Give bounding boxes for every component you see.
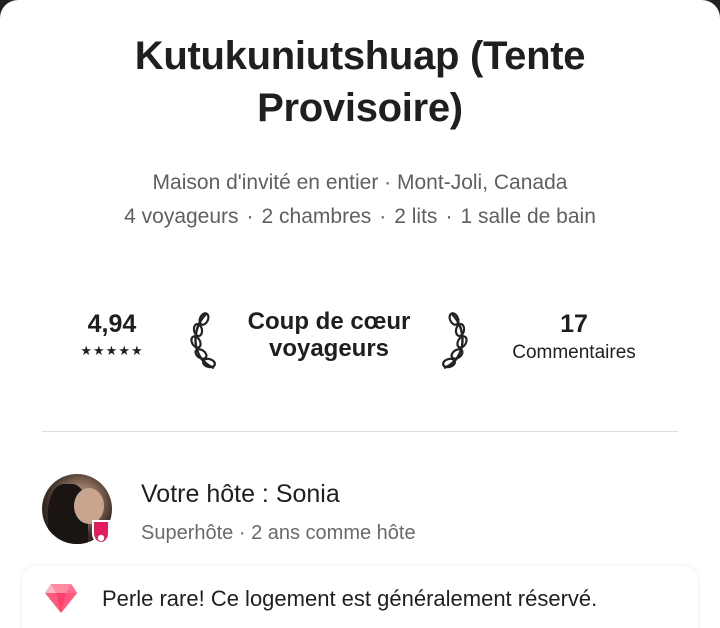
separator: · (246, 205, 254, 228)
bedrooms-count: 2 chambres (261, 205, 372, 228)
rating-value: 4,94 (87, 310, 137, 338)
guest-favorite-line2: voyageurs (268, 335, 390, 362)
listing-capacity: 4 voyageurs · 2 chambres · 2 lits · 1 salle de… (20, 203, 700, 231)
host-title: Votre hôte : Sonia (141, 480, 340, 508)
listing-sheet: Kutukuniutshuap (Tente Provisoire) Maiso… (0, 0, 720, 628)
laurel-right-icon (442, 312, 468, 370)
separator: · (379, 205, 387, 228)
separator: · (445, 205, 453, 228)
diamond-icon (45, 584, 77, 613)
beds-count: 2 lits (394, 205, 438, 228)
section-divider (42, 431, 678, 432)
guests-count: 4 voyageurs (124, 205, 239, 228)
host-subtitle: Superhôte · 2 ans comme hôte (141, 522, 416, 544)
reviews-link[interactable]: Commentaires (494, 342, 654, 364)
rare-find-banner: Perle rare! Ce logement est généralement… (22, 566, 698, 628)
star-rating-icon: ★★★★★ (80, 343, 144, 358)
listing-title: Kutukuniutshuap (Tente Provisoire) (134, 34, 586, 130)
host-section[interactable]: Votre hôte : Sonia Superhôte · 2 ans com… (0, 470, 720, 550)
bathrooms-count: 1 salle de bain (460, 205, 596, 228)
listing-type-location: Maison d'invité en entier · Mont-Joli, C… (152, 171, 568, 194)
guest-favorite-line1: Coup de cœur (247, 308, 411, 335)
superhost-badge-icon (92, 520, 110, 545)
laurel-left-icon (190, 312, 216, 370)
reviews-count[interactable]: 17 (494, 310, 654, 339)
rare-find-text: Perle rare! Ce logement est généralement… (102, 586, 598, 611)
guest-favorite-stats[interactable]: 4,94 ★★★★★ Coup de cœur voyageurs 17 Com… (0, 306, 720, 376)
guest-favorite-label: Coup de cœur voyageurs (222, 308, 436, 362)
